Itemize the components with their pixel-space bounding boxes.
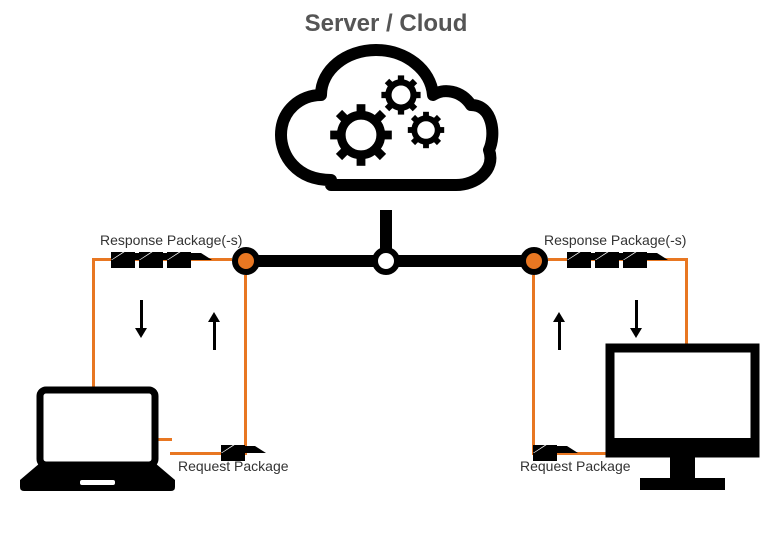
diagram-title: Server / Cloud <box>305 10 468 38</box>
envelope-icon <box>167 252 191 268</box>
envelope-icon <box>623 252 647 268</box>
envelope-icon <box>111 252 135 268</box>
response-label-right: Response Package(-s) <box>544 232 686 248</box>
envelope-icon <box>567 252 591 268</box>
arrow-down-icon <box>140 300 143 330</box>
arrow-up-icon <box>558 320 561 350</box>
envelope-icon <box>595 252 619 268</box>
desktop-monitor-icon <box>605 343 760 503</box>
hub-node-left <box>232 247 260 275</box>
arrow-up-icon <box>213 320 216 350</box>
laptop-icon <box>15 385 180 500</box>
hub-node-right <box>520 247 548 275</box>
hub-node-center <box>372 247 400 275</box>
connection-line <box>244 275 247 455</box>
arrow-down-icon <box>635 300 638 330</box>
connection-line <box>532 275 535 455</box>
envelope-icon <box>533 445 557 461</box>
response-label-left: Response Package(-s) <box>100 232 242 248</box>
cloud-server-icon <box>271 40 501 215</box>
envelope-icon <box>221 445 245 461</box>
envelope-icon <box>139 252 163 268</box>
